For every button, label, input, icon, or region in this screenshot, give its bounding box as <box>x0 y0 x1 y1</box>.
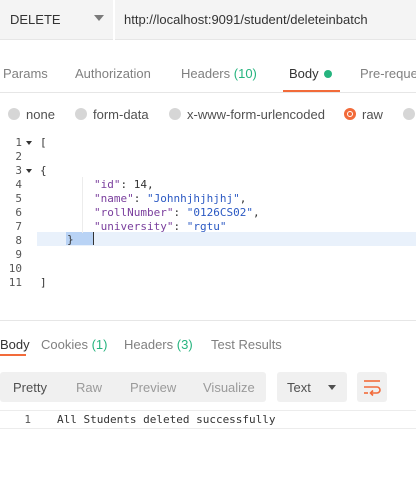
format-label[interactable]: Text <box>287 380 311 395</box>
line-number: 6 <box>15 206 22 219</box>
response-tab-body[interactable]: Body <box>0 337 30 352</box>
line-number: 11 <box>8 276 22 289</box>
radio-label-x-www-form-urlencoded[interactable]: x-www-form-urlencoded <box>187 107 325 122</box>
line-number: 8 <box>15 234 22 247</box>
tab-body[interactable]: Body <box>289 66 319 81</box>
divider <box>0 92 416 93</box>
line-number: 5 <box>15 192 22 205</box>
radio-none[interactable] <box>8 108 20 120</box>
response-tab-test-results[interactable]: Test Results <box>211 337 282 352</box>
visualize-button[interactable]: Visualize <box>203 380 255 395</box>
radio-label-raw[interactable]: raw <box>362 107 383 122</box>
code-line: [ <box>40 136 47 149</box>
divider <box>0 410 416 411</box>
code-line: ] <box>40 276 47 289</box>
cookies-count: (1) <box>91 337 108 352</box>
wrap-lines-icon <box>364 380 381 397</box>
code-line: } <box>67 233 74 246</box>
method-label: DELETE <box>10 12 61 27</box>
radio-binary[interactable] <box>403 108 415 120</box>
fold-arrow-icon[interactable] <box>26 169 32 173</box>
preview-button[interactable]: Preview <box>130 380 176 395</box>
headers-count: (10) <box>233 66 257 81</box>
line-number: 1 <box>15 136 22 149</box>
radio-form-data[interactable] <box>75 108 87 120</box>
selection-highlight <box>74 232 94 245</box>
dot-icon <box>324 70 332 78</box>
code-line: "id": 14, <box>94 178 154 191</box>
divider <box>0 428 416 429</box>
line-number: 7 <box>15 220 22 233</box>
line-number: 9 <box>15 248 22 261</box>
line-number: 2 <box>15 150 22 163</box>
section-divider <box>0 320 416 321</box>
radio-x-www-form-urlencoded[interactable] <box>169 108 181 120</box>
fold-arrow-icon[interactable] <box>26 141 32 145</box>
response-tab-headers[interactable]: Headers (3) <box>124 337 193 352</box>
pretty-button[interactable]: Pretty <box>13 380 47 395</box>
chevron-down-icon[interactable] <box>94 15 104 21</box>
response-headers-count: (3) <box>176 337 193 352</box>
radio-raw[interactable] <box>344 108 356 120</box>
code-line: "rollNumber": "0126CS02", <box>94 206 260 219</box>
response-tab-cookies[interactable]: Cookies (1) <box>41 337 107 352</box>
code-line: "university": "rgtu" <box>94 220 227 233</box>
radio-label-form-data[interactable]: form-data <box>93 107 149 122</box>
tab-headers[interactable]: Headers (10) <box>181 66 257 81</box>
line-number: 3 <box>15 164 22 177</box>
line-number: 10 <box>8 262 22 275</box>
tab-params[interactable]: Params <box>3 66 48 81</box>
url-text[interactable]: http://localhost:9091/student/deleteinba… <box>124 12 368 27</box>
response-body-text: All Students deleted successfully <box>57 413 276 426</box>
indent-guide <box>82 177 83 233</box>
chevron-down-icon[interactable] <box>328 385 336 390</box>
raw-button[interactable]: Raw <box>76 380 102 395</box>
tab-pre-request[interactable]: Pre-reque <box>360 66 416 81</box>
code-line: { <box>40 164 47 177</box>
wrap-lines-button[interactable] <box>357 372 387 402</box>
active-tab-indicator <box>0 354 26 356</box>
text-cursor <box>93 232 94 245</box>
response-line-number: 1 <box>24 413 31 426</box>
code-line: "name": "Johnhjhjhjhj", <box>94 192 247 205</box>
line-number: 4 <box>15 178 22 191</box>
radio-label-none[interactable]: none <box>26 107 55 122</box>
tab-authorization[interactable]: Authorization <box>75 66 151 81</box>
